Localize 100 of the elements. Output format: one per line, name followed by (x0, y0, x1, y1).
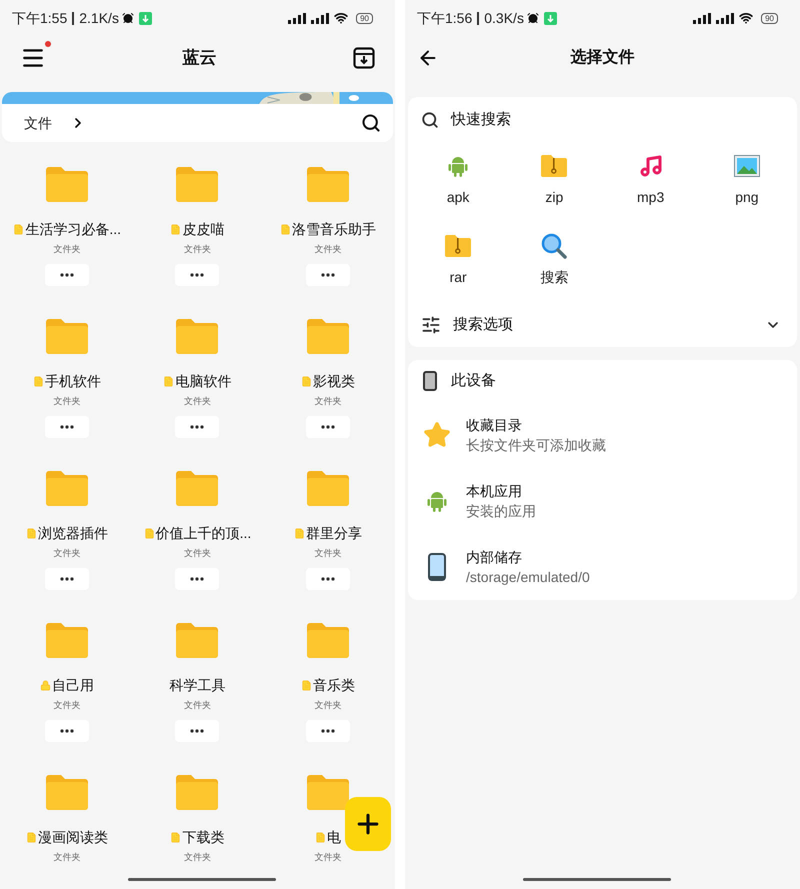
folder-name[interactable]: 漫画阅读类 (26, 828, 108, 846)
folder-icon (176, 623, 218, 658)
document-icon (280, 224, 291, 234)
download-icon (544, 12, 557, 24)
sliders-icon (421, 315, 441, 335)
phone-icon (428, 553, 446, 581)
android-icon (425, 489, 449, 513)
folder-type: 文件夹 (54, 699, 81, 712)
signal-icon (716, 12, 734, 24)
more-icon (60, 577, 74, 581)
status-time: 下午1:56 (417, 8, 472, 28)
folder-type: 文件夹 (314, 699, 342, 712)
more-icon (60, 273, 74, 277)
signal-icon (693, 12, 712, 24)
folder-icon (46, 167, 88, 202)
zip-folder-icon (541, 155, 568, 177)
folder-icon (176, 775, 218, 810)
file-type-shortcut[interactable]: mp3 (602, 154, 699, 206)
more-button[interactable] (175, 568, 220, 590)
document-icon (300, 680, 312, 690)
folder-name[interactable]: 电脑软件 (163, 372, 232, 390)
file-type-shortcut[interactable]: 搜索 (506, 234, 602, 286)
section-title: 此设备 (451, 370, 496, 391)
more-button[interactable] (306, 568, 350, 590)
folder-name[interactable]: 浏览器插件 (26, 524, 108, 542)
battery-indicator: 90 (761, 12, 778, 24)
folder-name[interactable]: 皮皮喵 (170, 220, 224, 238)
more-button[interactable] (45, 568, 90, 590)
more-button[interactable] (306, 720, 350, 742)
folder-name[interactable]: 科学工具 (169, 676, 226, 694)
network-speed: 0.3K/s (484, 8, 524, 28)
folder-name[interactable]: 影视类 (300, 372, 355, 390)
document-icon (26, 832, 38, 842)
document-icon (144, 528, 155, 538)
more-icon (190, 273, 204, 277)
more-button[interactable] (45, 264, 90, 286)
document-icon (33, 376, 44, 386)
folder-name[interactable]: 手机软件 (33, 372, 102, 390)
document-icon (26, 528, 38, 538)
more-button[interactable] (175, 720, 220, 742)
folder-name[interactable]: 音乐类 (300, 676, 355, 694)
search-icon[interactable] (361, 113, 381, 133)
folder-icon (306, 623, 349, 658)
section-title: 快速搜索 (451, 110, 511, 130)
more-button[interactable] (45, 720, 90, 742)
add-button[interactable] (345, 797, 391, 851)
more-icon (320, 577, 335, 581)
folder-name[interactable]: 下载类 (170, 828, 224, 846)
file-type-shortcut[interactable]: zip (506, 154, 602, 206)
folder-type: 文件夹 (184, 699, 211, 712)
folder-name[interactable]: 群里分享 (294, 524, 362, 542)
folder-type: 文件夹 (54, 547, 81, 560)
storage-location-item[interactable]: 本机应用 安装的应用 (408, 481, 797, 521)
folder-name[interactable]: 电 (314, 828, 341, 846)
more-button[interactable] (45, 416, 90, 438)
more-button[interactable] (306, 416, 350, 438)
more-icon (320, 425, 335, 429)
file-type-shortcut[interactable]: png (698, 154, 795, 206)
zip-folder-icon (445, 235, 472, 257)
android-icon (446, 154, 470, 178)
wifi-icon (334, 11, 348, 25)
folder-type: 文件夹 (314, 547, 342, 560)
more-button[interactable] (175, 416, 220, 438)
more-icon (60, 425, 74, 429)
folder-type: 文件夹 (184, 547, 211, 560)
star-icon (423, 421, 451, 449)
file-type-shortcut[interactable]: rar (410, 234, 506, 286)
search-options-row[interactable]: 搜索选项 (408, 314, 797, 336)
screen-title: 选择文件 (570, 47, 634, 68)
folder-icon (46, 623, 88, 658)
folder-type: 文件夹 (184, 243, 211, 256)
folder-type: 文件夹 (54, 851, 81, 864)
more-button[interactable] (306, 264, 350, 286)
folder-type: 文件夹 (314, 851, 342, 864)
breadcrumb-item[interactable]: 文件 (24, 112, 52, 134)
folder-icon (306, 167, 349, 202)
wifi-icon (739, 11, 754, 25)
folder-type: 文件夹 (184, 395, 211, 408)
folder-name[interactable]: 生活学习必备... (13, 220, 121, 238)
phone-icon (423, 371, 437, 391)
folder-name[interactable]: 自己用 (40, 676, 94, 694)
folder-icon (46, 471, 88, 506)
folder-type: 文件夹 (314, 243, 342, 256)
more-icon (190, 729, 204, 733)
lock-icon (40, 680, 52, 690)
music-note-icon (638, 154, 663, 178)
more-button[interactable] (175, 264, 220, 286)
folder-icon (46, 319, 88, 354)
storage-location-item[interactable]: 内部储存 /storage/emulated/0 (408, 547, 797, 587)
storage-location-item[interactable]: 收藏目录 长按文件夹可添加收藏 (408, 415, 797, 455)
status-time: 下午1:55 (12, 8, 68, 28)
folder-name[interactable]: 洛雪音乐助手 (280, 220, 376, 238)
more-icon (190, 425, 204, 429)
document-icon (13, 224, 24, 234)
folder-name[interactable]: 价值上千的顶... (144, 524, 252, 542)
archive-download-icon[interactable] (353, 47, 375, 69)
folder-icon (306, 319, 349, 354)
file-type-shortcut[interactable]: apk (410, 154, 506, 206)
folder-icon (176, 471, 218, 506)
folder-icon (46, 775, 88, 810)
